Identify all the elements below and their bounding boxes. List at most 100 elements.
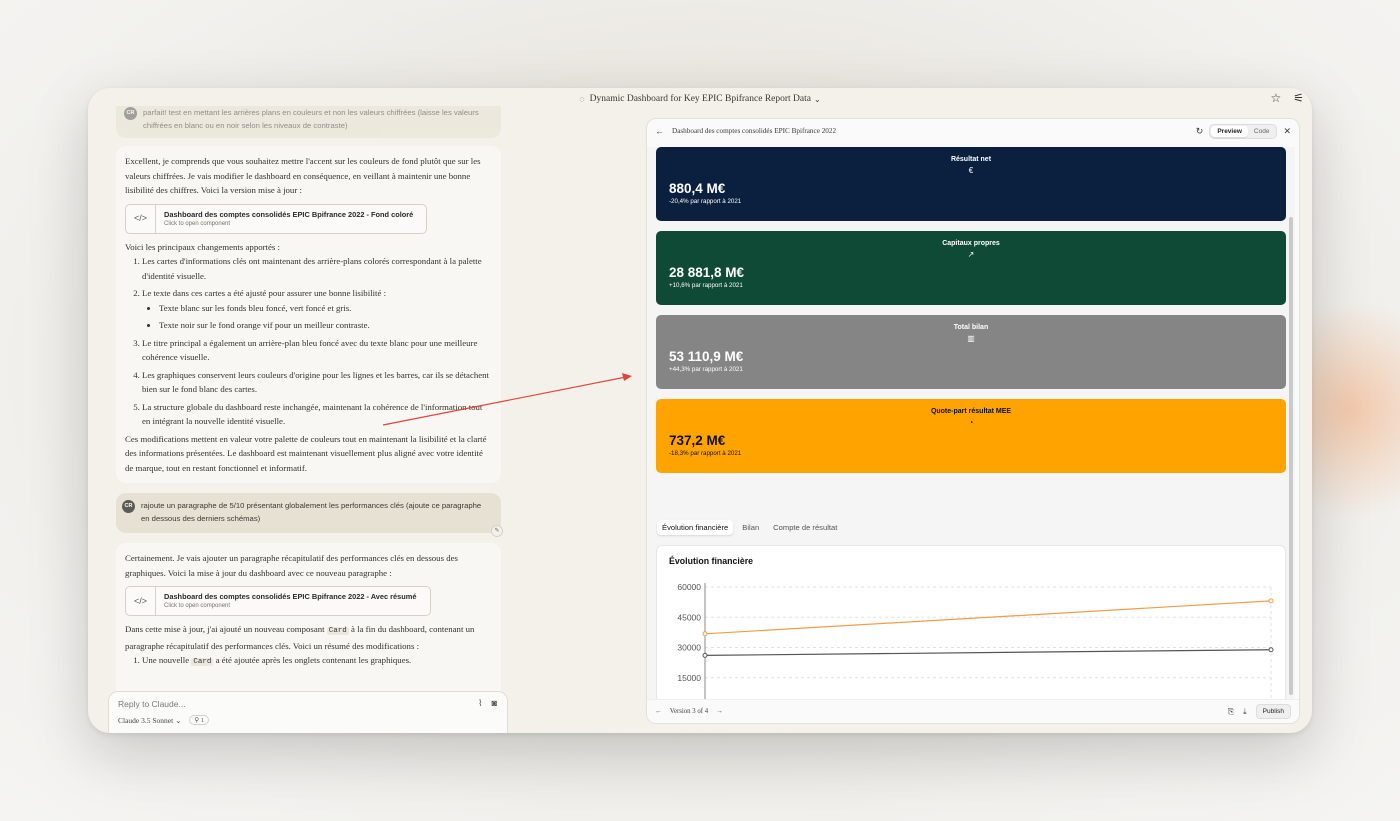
user-message: CR parfait! test en mettant les arrières… — [116, 106, 501, 138]
download-icon[interactable]: ⤓ — [1243, 707, 1247, 717]
camera-icon[interactable]: ◙ — [492, 698, 497, 709]
assistant-text: Ces modifications mettent en valeur votr… — [125, 433, 487, 473]
code-icon: </> — [126, 587, 156, 615]
artifact-title: Dashboard des comptes consolidés EPIC Bp… — [164, 592, 417, 601]
kpi-card-resultat-net: Résultat net € 880,4 M€ -20,4% par rappo… — [656, 147, 1286, 221]
pie-chart-icon: ◔ — [968, 418, 974, 427]
dashboard-preview: Résultat net € 880,4 M€ -20,4% par rappo… — [647, 147, 1295, 699]
view-toggle[interactable]: Preview Code — [1209, 123, 1278, 139]
text-fragment: Une nouvelle — [142, 655, 190, 665]
tab-bilan[interactable]: Bilan — [737, 520, 764, 535]
list-item-text: Le texte dans ces cartes a été ajusté po… — [142, 288, 387, 298]
changes-list: Les cartes d'informations clés ont maint… — [142, 254, 492, 429]
panel-header: ← Dashboard des comptes consolidés EPIC … — [647, 119, 1299, 143]
panel-footer: ← Version 3 of 4 → ⎘ ⤓ Publish — [647, 699, 1299, 723]
assistant-text: Voici les principaux changements apporté… — [125, 241, 280, 252]
copy-icon[interactable]: ⎘ — [1228, 707, 1234, 717]
kpi-value: 737,2 M€ — [669, 433, 726, 448]
user-message-text: parfait! test en mettant les arrières pl… — [143, 108, 479, 130]
inline-code: Card — [326, 627, 349, 635]
sub-list-item: Texte noir sur le fond orange vif pour u… — [159, 318, 492, 333]
prev-version-icon[interactable]: ← — [655, 708, 662, 715]
text-fragment: Dans cette mise à jour, j'ai ajouté un n… — [125, 624, 325, 634]
user-message-text: rajoute un paragraphe de 5/10 présentant… — [141, 501, 482, 523]
model-selector[interactable]: Claude 3.5 Sonnet ⌄ — [118, 716, 181, 725]
kpi-value: 880,4 M€ — [669, 181, 726, 196]
chat-bubble-icon: ◌ — [579, 94, 585, 104]
badge-count: 1 — [200, 717, 205, 724]
kpi-title: Capitaux propres — [942, 240, 1000, 247]
inline-code: Card — [191, 658, 214, 666]
trending-up-icon: ↗ — [967, 250, 975, 259]
artifact-panel: ← Dashboard des comptes consolidés EPIC … — [646, 118, 1300, 724]
list-item: Les graphiques conservent leurs couleurs… — [142, 368, 492, 397]
chart-card: Évolution financière 0150003000045000600… — [656, 545, 1286, 699]
text-fragment: a été ajoutée après les onglets contenan… — [215, 655, 412, 665]
y-tick-label: 30000 — [677, 643, 701, 653]
kpi-change: -18,3% par rapport à 2021 — [669, 450, 742, 457]
assistant-message: Certainement. Je vais ajouter un paragra… — [116, 543, 501, 703]
kpi-value: 28 881,8 M€ — [669, 265, 745, 280]
chevron-down-icon[interactable]: ⌄ — [814, 95, 821, 104]
euro-icon: € — [968, 166, 974, 175]
reply-input[interactable]: Reply to Claude... — [118, 699, 498, 709]
kpi-title: Total bilan — [953, 324, 989, 331]
star-icon[interactable]: ☆ — [1270, 91, 1281, 105]
changes-list: Une nouvelle Card a été ajoutée après le… — [142, 653, 492, 670]
kpi-change: +10,6% par rapport à 2021 — [669, 282, 743, 289]
list-item: La structure globale du dashboard reste … — [142, 400, 492, 429]
assistant-text: Certainement. Je vais ajouter un paragra… — [125, 553, 458, 578]
kpi-change: +44,3% par rapport à 2021 — [669, 366, 743, 373]
y-tick-label: 45000 — [677, 612, 701, 622]
y-tick-label: 15000 — [677, 673, 701, 683]
paperclip-icon[interactable]: ⌇ — [478, 698, 482, 709]
bar-chart-icon: ▥ — [967, 334, 975, 343]
kpi-value: 53 110,9 M€ — [669, 349, 744, 364]
settings-sliders-icon[interactable]: ⚟ — [1293, 91, 1304, 105]
back-arrow-icon[interactable]: ← — [655, 126, 664, 136]
artifact-subtitle: Click to open component — [164, 603, 231, 609]
style-badge[interactable]: ⚲ 1 — [189, 715, 210, 725]
list-item: Le titre principal a également un arrièr… — [142, 336, 492, 365]
sub-list-item: Texte blanc sur les fonds bleu foncé, ve… — [159, 301, 492, 316]
kpi-card-capitaux-propres: Capitaux propres ↗ 28 881,8 M€ +10,6% pa… — [656, 231, 1286, 305]
tab-compte-de-resultat[interactable]: Compte de résultat — [768, 520, 842, 535]
preview-tab[interactable]: Preview — [1211, 125, 1248, 137]
next-version-icon[interactable]: → — [716, 708, 723, 715]
reply-box[interactable]: Reply to Claude... ⌇ ◙ Claude 3.5 Sonnet… — [108, 691, 508, 733]
data-point — [702, 631, 708, 637]
kpi-card-total-bilan: Total bilan ▥ 53 110,9 M€ +44,3% par rap… — [656, 315, 1286, 389]
dashboard-tabs: Évolution financière Bilan Compte de rés… — [657, 520, 842, 535]
close-icon[interactable]: ✕ — [1283, 126, 1291, 137]
window-title[interactable]: Dynamic Dashboard for Key EPIC Bpifrance… — [590, 94, 811, 104]
data-point — [1268, 647, 1274, 653]
avatar: CR — [124, 107, 137, 120]
line-chart: 01500030000450006000020212022Résultat ne… — [677, 582, 1274, 699]
list-item: Le texte dans ces cartes a été ajusté po… — [142, 286, 492, 333]
refresh-icon[interactable]: ↻ — [1196, 126, 1204, 137]
series-line — [704, 649, 1272, 656]
data-point — [702, 652, 708, 658]
artifact-title: Dashboard des comptes consolidés EPIC Bp… — [164, 209, 414, 219]
code-icon: </> — [126, 204, 156, 233]
artifact-card[interactable]: </> Dashboard des comptes consolidés EPI… — [125, 586, 431, 616]
artifact-subtitle: Click to open component — [164, 220, 231, 227]
publish-button[interactable]: Publish — [1255, 704, 1291, 719]
kpi-title: Quote-part résultat MEE — [930, 408, 1012, 415]
user-message: CR rajoute un paragraphe de 5/10 présent… — [116, 493, 503, 537]
list-item: Une nouvelle Card a été ajoutée après le… — [142, 653, 492, 670]
edit-pencil-icon[interactable]: ✎ — [491, 525, 503, 537]
tab-evolution-financiere[interactable]: Évolution financière — [657, 520, 734, 535]
kpi-title: Résultat net — [950, 156, 992, 163]
kpi-card-quote-part-mee: Quote-part résultat MEE ◔ 737,2 M€ -18,3… — [656, 399, 1286, 473]
artifact-card[interactable]: </> Dashboard des comptes consolidés EPI… — [125, 203, 427, 234]
avatar: CR — [122, 500, 135, 513]
assistant-message: Excellent, je comprends que vous souhait… — [116, 146, 501, 483]
code-tab[interactable]: Code — [1248, 126, 1276, 137]
panel-title: Dashboard des comptes consolidés EPIC Bp… — [672, 127, 837, 135]
data-point — [1268, 598, 1274, 604]
assistant-text: Dans cette mise à jour, j'ai ajouté un n… — [125, 622, 492, 653]
y-tick-label: 60000 — [677, 582, 701, 592]
scrollbar[interactable] — [1289, 217, 1293, 695]
app-window: ◌ Dynamic Dashboard for Key EPIC Bpifran… — [88, 88, 1312, 733]
